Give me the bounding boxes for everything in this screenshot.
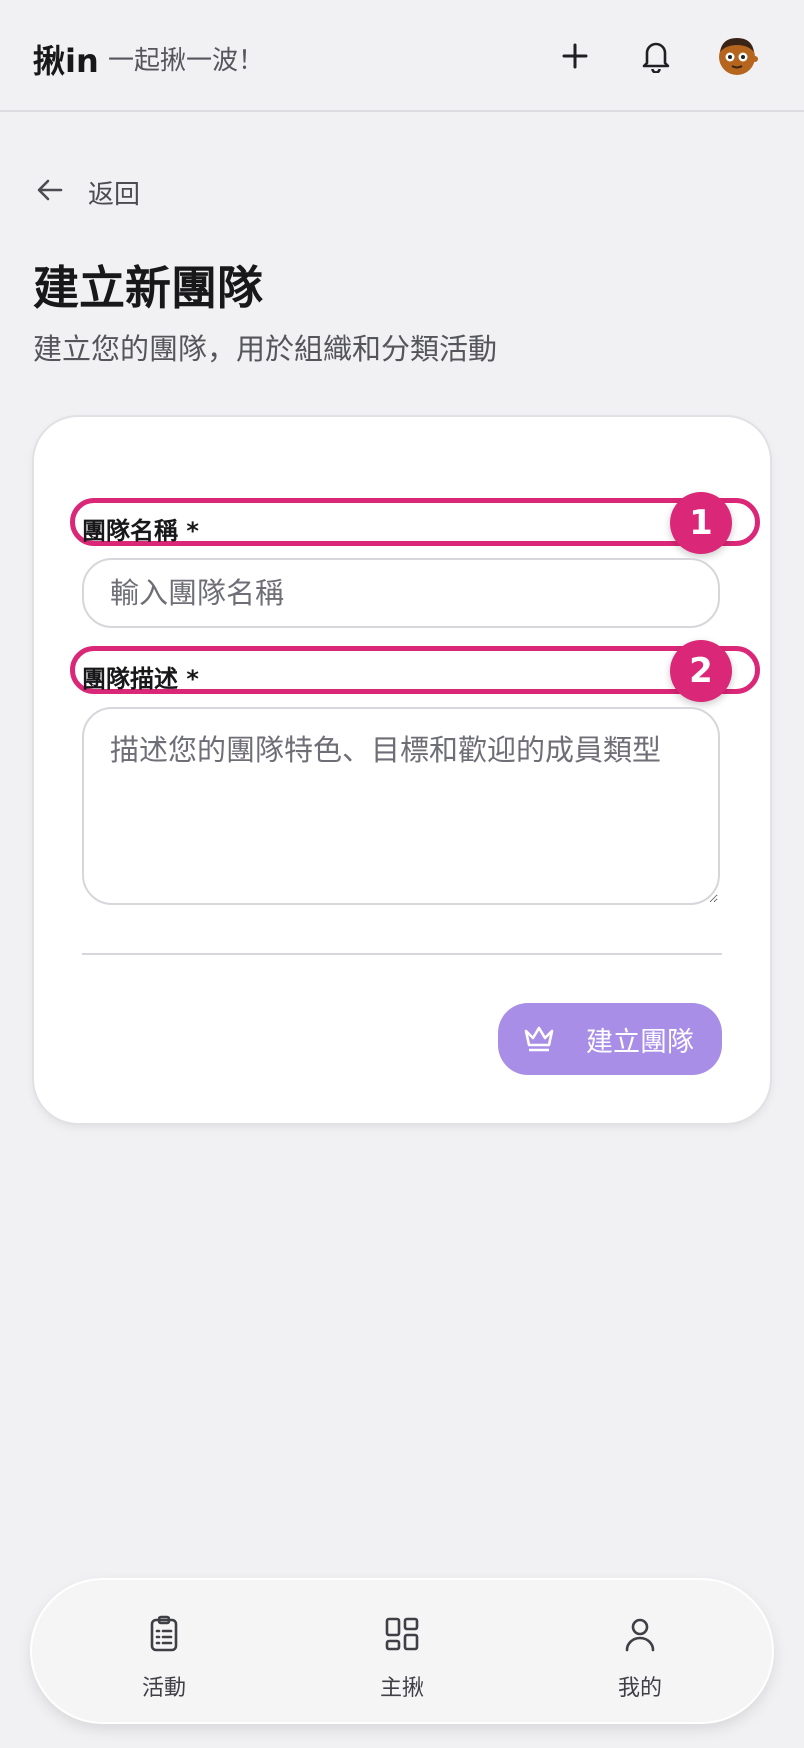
create-team-button-label: 建立團隊 <box>586 1026 694 1057</box>
app-tagline: 一起揪一波！ <box>108 46 265 76</box>
grid-icon <box>382 1614 422 1654</box>
page-subtitle: 建立您的團隊，用於組織和分類活動 <box>33 332 498 366</box>
team-name-input[interactable] <box>82 558 720 628</box>
plus-icon[interactable] <box>551 32 599 80</box>
arrow-left-icon <box>36 178 64 206</box>
bottom-navigation: 活動 主揪 我的 <box>32 1580 772 1722</box>
form-divider <box>82 953 722 955</box>
bell-icon[interactable] <box>632 32 680 80</box>
clipboard-list-icon <box>144 1614 184 1654</box>
user-avatar[interactable] <box>714 32 760 78</box>
back-label: 返回 <box>88 179 141 210</box>
nav-label-profile: 我的 <box>617 1676 662 1701</box>
top-app-bar: 揪in 一起揪一波！ <box>0 0 804 112</box>
team-name-label: 團隊名稱 * <box>82 517 199 545</box>
team-description-label: 團隊描述 * <box>82 665 199 693</box>
crown-icon <box>522 1023 556 1056</box>
team-description-textarea[interactable] <box>82 707 720 905</box>
back-link[interactable]: 返回 <box>36 172 140 212</box>
annotation-badge-1: 1 <box>670 492 732 554</box>
create-team-button[interactable]: 建立團隊 <box>498 1003 722 1075</box>
user-icon <box>620 1614 660 1654</box>
app-logo-text[interactable]: 揪in <box>33 36 99 82</box>
page-title: 建立新團隊 <box>33 261 263 315</box>
nav-label-activities: 活動 <box>141 1676 186 1701</box>
nav-item-host[interactable]: 主揪 <box>322 1580 482 1722</box>
nav-item-profile[interactable]: 我的 <box>560 1580 720 1722</box>
nav-item-activities[interactable]: 活動 <box>84 1580 244 1722</box>
annotation-badge-2: 2 <box>670 640 732 702</box>
nav-label-host: 主揪 <box>379 1676 424 1701</box>
create-team-card: 1 團隊名稱 * 2 團隊描述 * 建立團隊 <box>34 417 770 1123</box>
